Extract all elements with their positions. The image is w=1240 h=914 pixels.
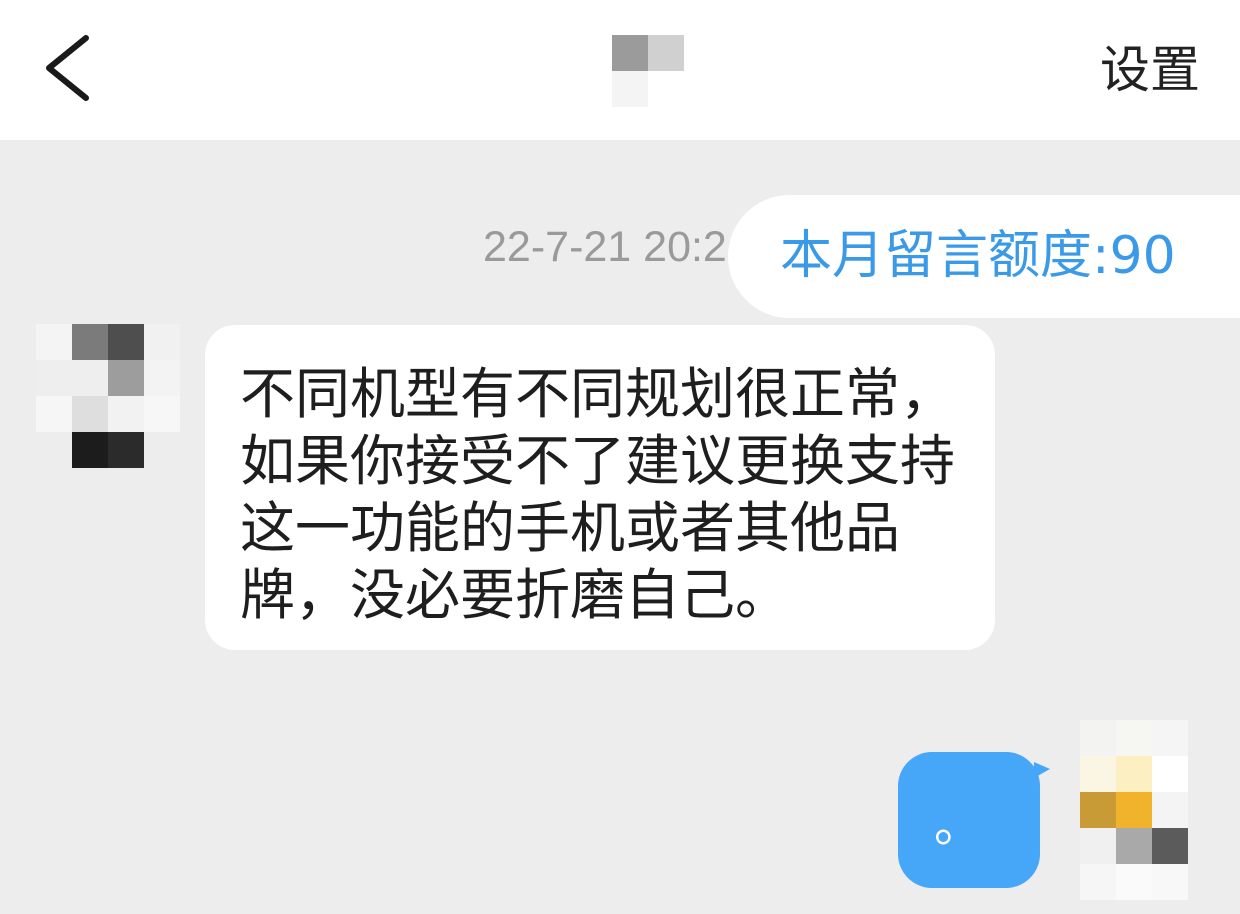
mosaic-cell [1116, 828, 1152, 864]
chevron-left-icon [46, 35, 89, 101]
mosaic-cell [72, 432, 108, 468]
mosaic-cell [1080, 792, 1116, 828]
mosaic-cell [1152, 828, 1188, 864]
mosaic-cell [1116, 720, 1152, 756]
mosaic-cell [144, 324, 180, 360]
mosaic-cell [108, 324, 144, 360]
message-text-line: 不同机型有不同规划很正常， [240, 362, 956, 426]
mosaic-cell [1116, 756, 1152, 792]
mosaic-cell [1152, 720, 1188, 756]
message-timestamp: 22-7-21 20:2 [483, 223, 727, 271]
user-avatar[interactable] [1080, 720, 1188, 900]
contact-avatar[interactable] [36, 324, 180, 468]
mosaic-cell [108, 396, 144, 432]
incoming-message-bubble[interactable]: 不同机型有不同规划很正常， 如果你接受不了建议更换支持 这一功能的手机或者其他品… [205, 325, 995, 650]
mosaic-cell [108, 432, 144, 468]
message-text-line: 如果你接受不了建议更换支持 [240, 429, 956, 493]
outgoing-message-bubble[interactable]: 。 [898, 752, 1050, 888]
settings-button[interactable]: 设置 [1080, 38, 1200, 102]
top-bar: 设置 [0, 0, 1240, 140]
message-text-line: 牌，没必要折磨自己。 [240, 563, 791, 627]
message-text-line: 这一功能的手机或者其他品 [240, 496, 901, 560]
mosaic-cell [648, 35, 684, 71]
outgoing-message-text: 。 [934, 797, 983, 853]
mosaic-cell [1152, 792, 1188, 828]
quota-notice-text: 本月留言额度:90 [780, 226, 1176, 286]
mosaic-cell [144, 432, 180, 468]
mosaic-cell [1080, 864, 1116, 900]
mosaic-cell [1116, 864, 1152, 900]
mosaic-cell [1080, 720, 1116, 756]
mosaic-cell [648, 71, 684, 107]
mosaic-cell [72, 324, 108, 360]
mosaic-cell [144, 396, 180, 432]
mosaic-cell [72, 396, 108, 432]
mosaic-cell [1080, 756, 1116, 792]
mosaic-cell [612, 35, 648, 71]
mosaic-cell [36, 432, 72, 468]
mosaic-cell [1152, 756, 1188, 792]
mosaic-cell [144, 360, 180, 396]
chat-title-redacted [612, 35, 684, 107]
mosaic-cell [36, 396, 72, 432]
mosaic-cell [108, 360, 144, 396]
quota-notice-banner: 本月留言额度:90 [728, 195, 1240, 318]
back-button[interactable] [36, 30, 96, 106]
mosaic-cell [1116, 792, 1152, 828]
mosaic-cell [1152, 864, 1188, 900]
mosaic-cell [72, 360, 108, 396]
mosaic-cell [36, 324, 72, 360]
mosaic-cell [36, 360, 72, 396]
mosaic-cell [1080, 828, 1116, 864]
bubble-tail [1034, 762, 1050, 778]
mosaic-cell [612, 71, 648, 107]
